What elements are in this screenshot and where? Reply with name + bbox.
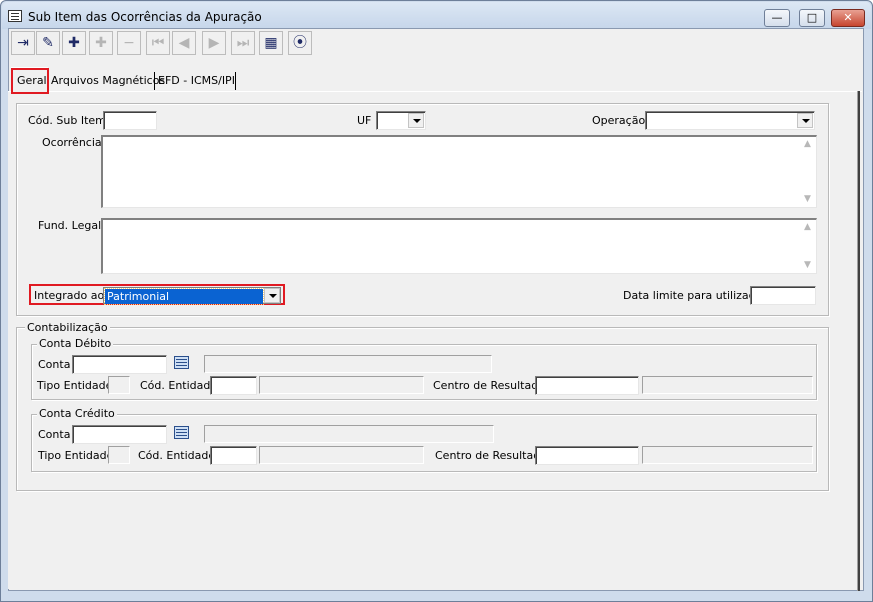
centro-resultado-debito-description	[642, 376, 813, 394]
cod-entidade-debito-input[interactable]	[210, 376, 257, 395]
centro-resultado-debito-input[interactable]	[535, 376, 639, 395]
cod-entidade-debito-description	[259, 376, 424, 394]
scroll-up-icon[interactable]: ▲	[804, 139, 811, 149]
tab-divider	[235, 72, 236, 90]
cod-entidade-debito-label: Cód. Entidade	[140, 379, 218, 392]
chevron-down-icon[interactable]	[797, 113, 813, 128]
cod-sub-item-input[interactable]	[103, 111, 157, 130]
centro-resultado-credito-description	[642, 446, 813, 464]
fund-legal-label: Fund. Legal	[38, 219, 102, 232]
tab-efd-icms-ipi[interactable]: EFD - ICMS/IPI	[158, 71, 235, 91]
conta-credito-input[interactable]	[72, 425, 167, 444]
data-limite-input[interactable]	[750, 286, 816, 305]
conta-debito-title: Conta Débito	[37, 337, 114, 350]
scroll-down-icon[interactable]: ▼	[804, 260, 811, 270]
ocorrencia-label: Ocorrência	[42, 136, 102, 149]
scrollbar[interactable]: ▲ ▼	[800, 220, 816, 273]
operacao-label: Operação	[592, 114, 646, 127]
conta-debito-input[interactable]	[72, 355, 167, 374]
tab-arquivos-magneticos[interactable]: Arquivos Magnéticos	[51, 71, 165, 91]
cod-entidade-credito-label: Cód. Entidade	[138, 449, 216, 462]
page-edge	[857, 91, 860, 591]
tab-geral-highlight	[11, 68, 49, 94]
ocorrencia-textarea[interactable]: ▲ ▼	[101, 135, 817, 208]
uf-select[interactable]	[376, 111, 426, 130]
conta-credito-lookup-icon[interactable]	[173, 425, 191, 441]
contabilizacao-title: Contabilização	[25, 321, 110, 334]
fund-legal-textarea[interactable]: ▲ ▼	[101, 218, 817, 274]
integrado-select[interactable]: Patrimonial	[103, 287, 281, 305]
window-title: Sub Item das Ocorrências da Apuração	[28, 10, 262, 24]
scrollbar[interactable]: ▲ ▼	[800, 137, 816, 207]
window-bottom-border	[8, 591, 864, 600]
tipo-entidade-credito-field	[108, 446, 130, 464]
centro-resultado-credito-label: Centro de Resultado	[435, 449, 547, 462]
integrado-value: Patrimonial	[104, 288, 264, 305]
operacao-select[interactable]	[645, 111, 815, 130]
tipo-entidade-debito-field	[108, 376, 130, 394]
cod-entidade-credito-description	[259, 446, 424, 464]
conta-debito-label: Conta	[38, 358, 71, 371]
scroll-down-icon[interactable]: ▼	[804, 194, 811, 204]
conta-credito-title: Conta Crédito	[37, 407, 117, 420]
centro-resultado-debito-label: Centro de Resultado	[433, 379, 545, 392]
cod-entidade-credito-input[interactable]	[210, 446, 257, 465]
cod-sub-item-label: Cód. Sub Item	[28, 114, 106, 127]
minimize-button[interactable]: —	[764, 9, 790, 27]
title-bar[interactable]: Sub Item das Ocorrências da Apuração — □…	[2, 2, 871, 29]
centro-resultado-credito-input[interactable]	[535, 446, 639, 465]
tab-divider	[154, 72, 155, 90]
conta-debito-lookup-icon[interactable]	[173, 355, 191, 371]
form-body: Geral Arquivos Magnéticos EFD - ICMS/IPI…	[8, 28, 864, 591]
app-icon	[8, 10, 22, 22]
maximize-button[interactable]: □	[799, 9, 825, 27]
chevron-down-icon[interactable]	[408, 113, 424, 128]
tipo-entidade-credito-label: Tipo Entidade	[38, 449, 114, 462]
conta-credito-description	[204, 425, 494, 443]
tipo-entidade-debito-label: Tipo Entidade	[37, 379, 113, 392]
chevron-down-icon[interactable]	[264, 288, 280, 303]
integrado-label: Integrado ao	[34, 289, 105, 302]
close-button[interactable]: ✕	[831, 9, 865, 27]
uf-label: UF	[357, 114, 372, 127]
conta-credito-label: Conta	[38, 428, 71, 441]
conta-debito-description	[204, 355, 492, 373]
scroll-up-icon[interactable]: ▲	[804, 222, 811, 232]
